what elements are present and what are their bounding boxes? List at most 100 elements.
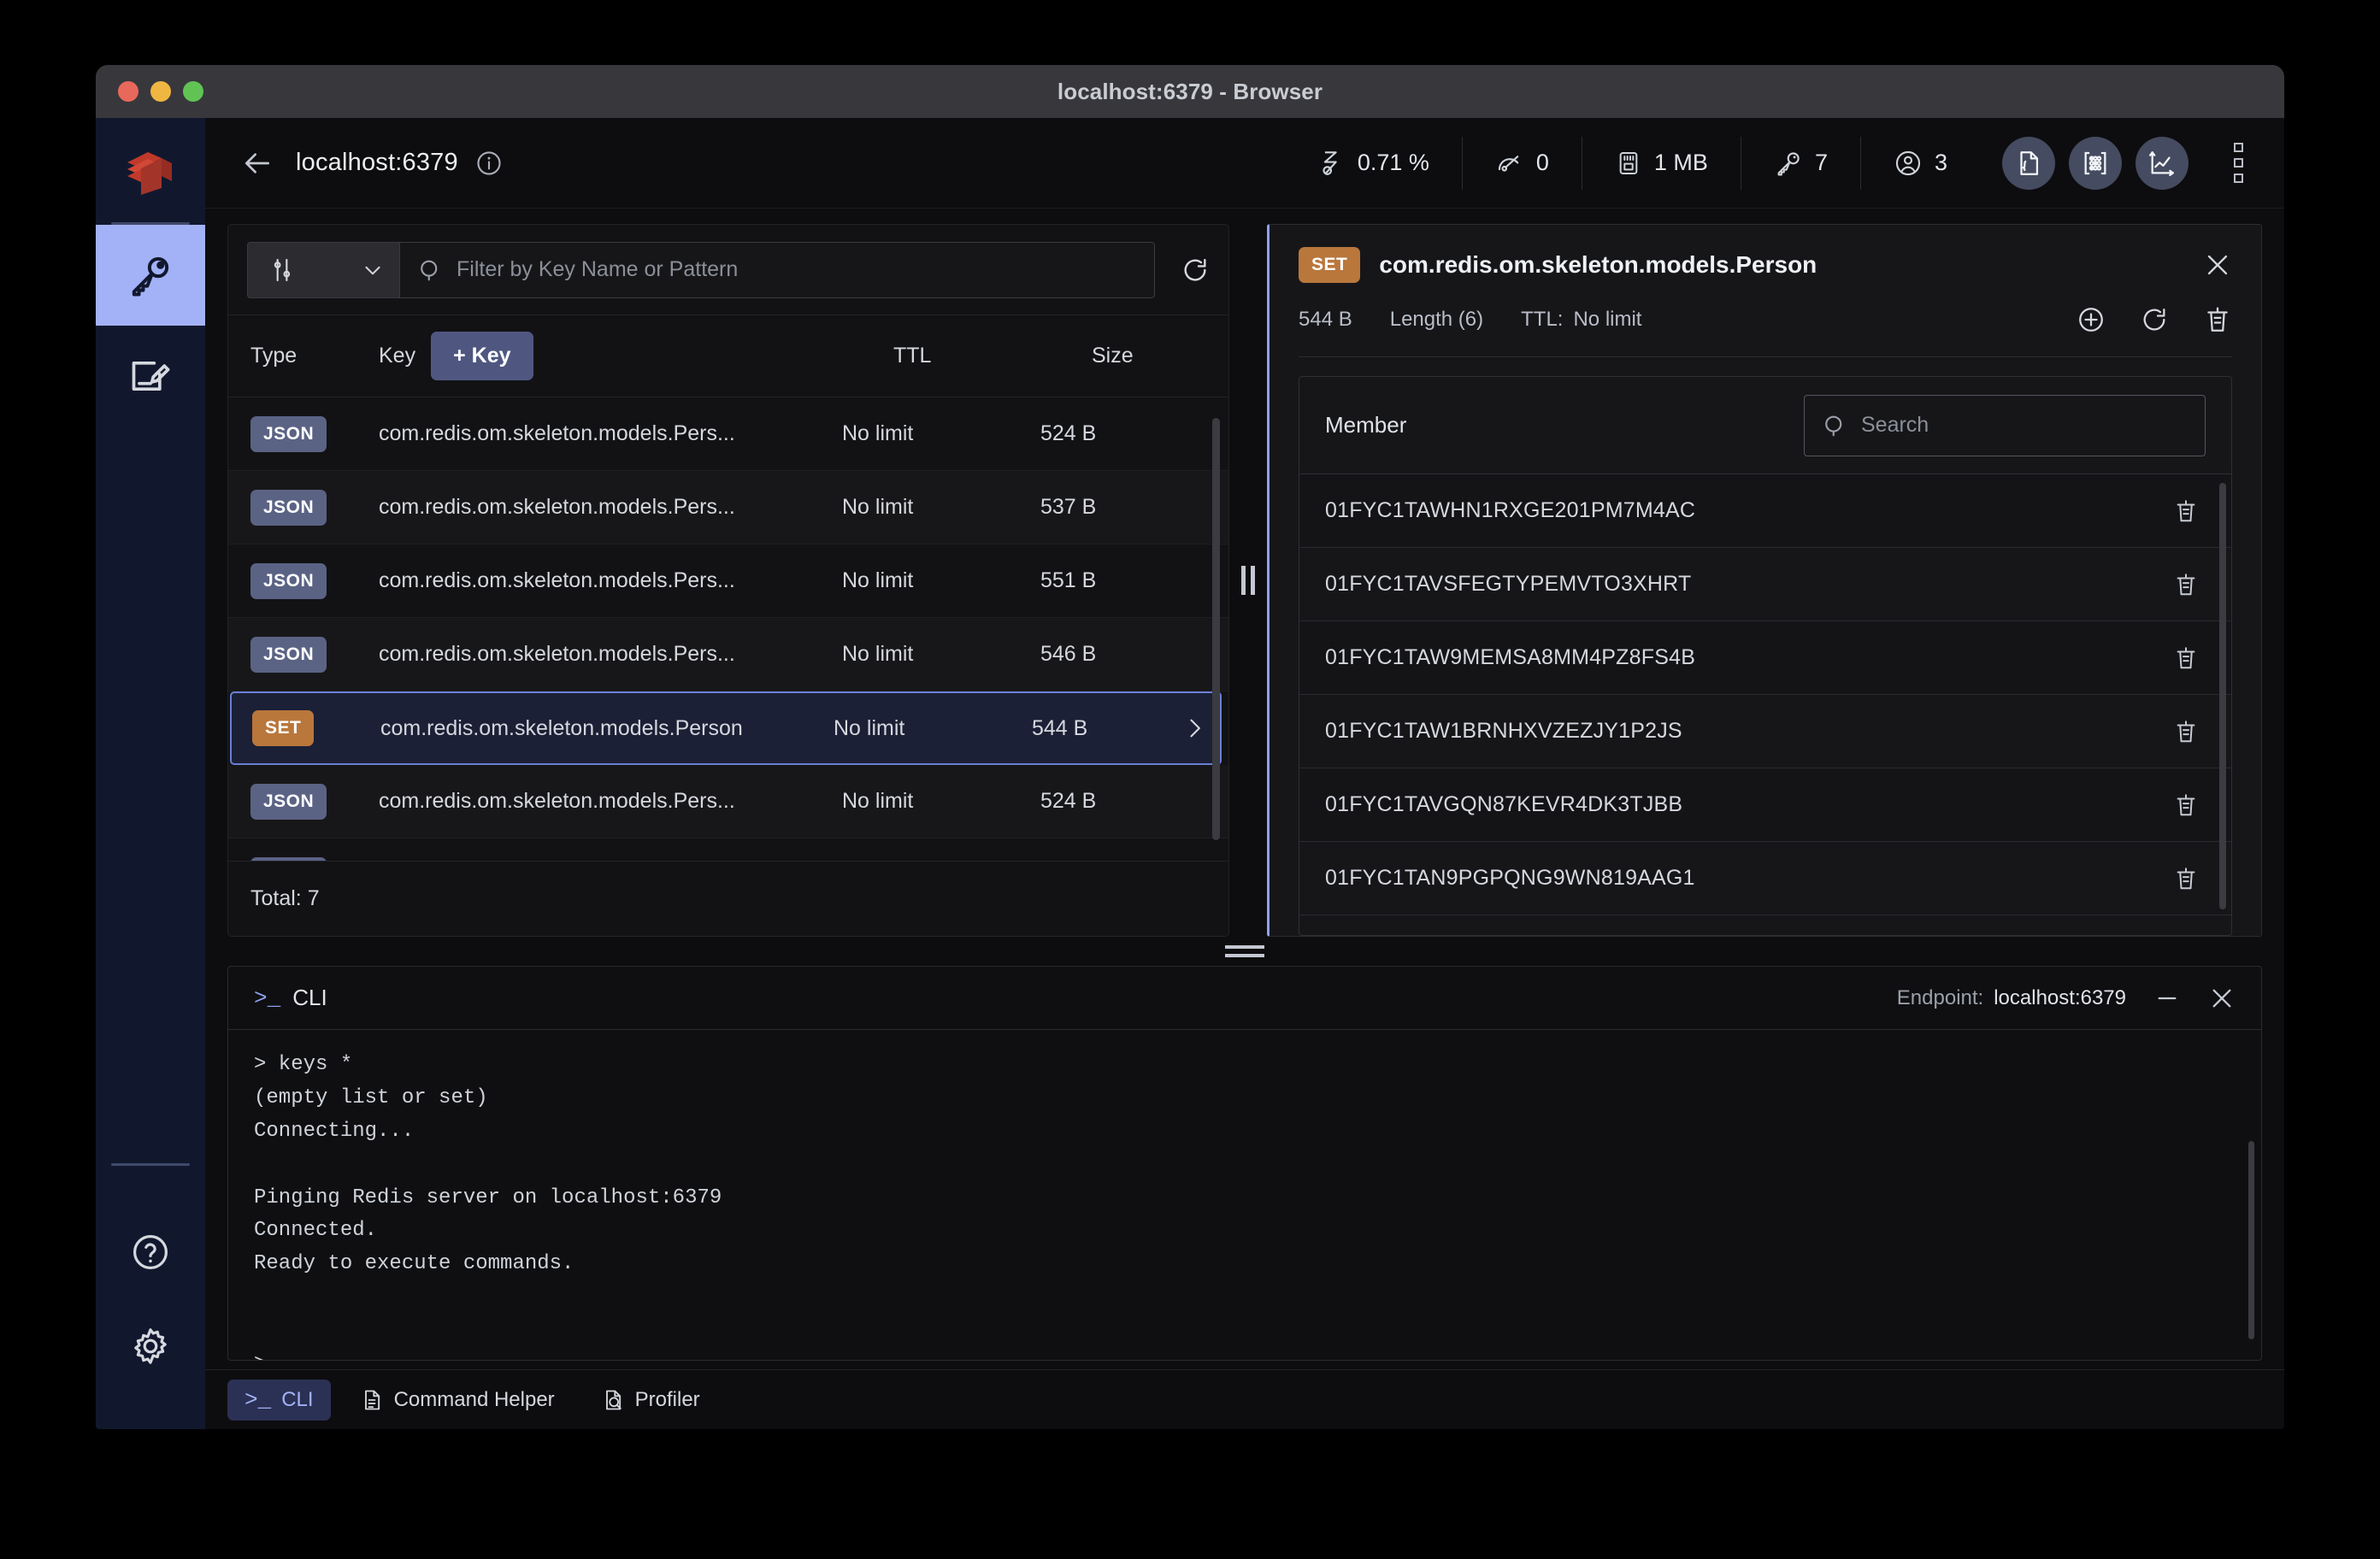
key-filter-field[interactable]	[399, 241, 1155, 298]
key-ttl-cell: No limit	[842, 421, 914, 445]
keys-total-label: Total: 7	[228, 861, 1228, 936]
terminal-icon: >_	[254, 985, 281, 1011]
table-row[interactable]: JSON com.redis.om.skeleton.models.Pers..…	[228, 544, 1228, 618]
list-item[interactable]: 01FYC1TAN9PGPQNG9WN819AAG1	[1299, 842, 2231, 915]
list-item[interactable]: 01FYC1TAW1BRNHXVZEZJY1P2JS	[1299, 695, 2231, 768]
sidebar-item-browser[interactable]	[96, 225, 205, 326]
key-detail-header: SET com.redis.om.skeleton.models.Person …	[1270, 225, 2261, 357]
tab-cli[interactable]: >_ CLI	[227, 1379, 331, 1421]
speedometer-icon	[1495, 149, 1524, 178]
delete-member-button[interactable]	[2173, 498, 2199, 524]
cli-resize-handle[interactable]	[205, 937, 2284, 966]
key-name-cell: com.redis.om.skeleton.models.Pers...	[379, 568, 735, 592]
list-item[interactable]: 01FYC1TAW9MEMSA8MM4PZ8FS4B	[1299, 621, 2231, 695]
rail-divider-bottom	[111, 1163, 190, 1166]
cli-output-scrollbar[interactable]	[2248, 1141, 2254, 1339]
delete-member-button[interactable]	[2173, 719, 2199, 744]
members-box: Member Search 01FYC1TAWHN1RXGE201PM7M4AC…	[1299, 376, 2232, 936]
key-size-cell: 544 B	[1032, 715, 1088, 740]
keys-table-header: Type Key + Key TTL Size	[228, 315, 1228, 397]
stat-memory-value: 1 MB	[1653, 150, 1708, 175]
key-ttl-cell: No limit	[842, 789, 914, 813]
delete-member-button[interactable]	[2173, 645, 2199, 671]
window-title: localhost:6379 - Browser	[1057, 78, 1323, 104]
refresh-members-button[interactable]	[2140, 305, 2169, 334]
cli-tabs: >_ CLI Command Helper Profiler	[205, 1369, 2284, 1429]
key-size-cell: 524 B	[1040, 789, 1097, 813]
cli-header: >_ CLI Endpoint: localhost:6379	[228, 967, 2261, 1030]
cli-output[interactable]: > keys * (empty list or set) Connecting.…	[228, 1030, 2261, 1360]
delete-member-button[interactable]	[2173, 866, 2199, 891]
table-row[interactable]: JSON com.redis.om.skeleton.models.Pers..…	[228, 397, 1228, 471]
more-options-button[interactable]	[2221, 143, 2255, 183]
sidebar-item-settings[interactable]	[96, 1299, 205, 1393]
tab-command-helper[interactable]: Command Helper	[343, 1380, 572, 1420]
table-row[interactable]: JSON com.redis.om.skeleton.models.Pers..…	[228, 618, 1228, 691]
back-button[interactable]	[241, 147, 274, 179]
delete-member-button[interactable]	[2173, 572, 2199, 597]
type-badge: SET	[252, 710, 315, 746]
key-filter-input[interactable]	[457, 257, 1137, 282]
cli-endpoint-value: localhost:6379	[1994, 985, 2126, 1009]
tab-profiler[interactable]: Profiler	[584, 1380, 717, 1420]
column-header-key: Key	[379, 344, 416, 368]
key-type-cell: JSON	[250, 415, 379, 452]
key-type-filter-select[interactable]	[247, 241, 399, 298]
database-name: localhost:6379	[296, 149, 458, 176]
user-icon	[1894, 149, 1923, 178]
detail-ttl-value[interactable]: No limit	[1573, 308, 1641, 332]
table-row-selected[interactable]: SET com.redis.om.skeleton.models.Person …	[230, 691, 1222, 765]
list-item[interactable]: 01FYC1TAWHN1RXGE201PM7M4AC	[1299, 474, 2231, 548]
member-search-field[interactable]	[1804, 394, 2206, 456]
key-name-cell: com.redis.om.skeleton.models.Pers...	[379, 421, 735, 445]
filters-icon	[268, 256, 296, 284]
close-detail-button[interactable]	[2203, 250, 2232, 279]
json-document-button[interactable]	[2002, 136, 2055, 190]
key-name-cell: com.redis.om.skeleton.models.Pers...	[379, 642, 735, 666]
profiler-icon	[601, 1388, 625, 1412]
refresh-keys-button[interactable]	[1181, 256, 1210, 285]
key-type-cell: SET	[252, 710, 380, 746]
matrix-button[interactable]	[2069, 136, 2122, 190]
members-list-scrollbar[interactable]	[2219, 483, 2226, 909]
document-icon	[360, 1388, 384, 1412]
add-key-button[interactable]: + Key	[431, 332, 533, 380]
stat-clients: 3	[1861, 137, 1980, 190]
column-header-key-group: Key + Key	[379, 332, 893, 380]
info-circle-icon[interactable]	[475, 150, 503, 177]
matrix-icon	[2081, 149, 2110, 178]
chart-line-icon	[2147, 149, 2177, 178]
keys-list-scrollbar[interactable]	[1212, 418, 1220, 840]
type-badge: JSON	[250, 856, 327, 861]
cli-minimize-button[interactable]	[2153, 985, 2181, 1012]
redis-logo-icon	[124, 147, 177, 200]
member-id: 01FYC1TAVGQN87KEVR4DK3TJBB	[1325, 792, 1683, 816]
member-id: 01FYC1TAWHN1RXGE201PM7M4AC	[1325, 498, 1696, 522]
member-id: 01FYC1TAW1BRNHXVZEZJY1P2JS	[1325, 719, 1682, 743]
members-list: 01FYC1TAWHN1RXGE201PM7M4AC 01FYC1TAVSFEG…	[1299, 474, 2231, 935]
sidebar-item-workbench[interactable]	[96, 326, 205, 427]
cli-close-button[interactable]	[2208, 985, 2236, 1012]
keys-panel: Type Key + Key TTL Size JSON com.redis.o…	[227, 224, 1229, 937]
add-member-button[interactable]	[2077, 305, 2106, 334]
delete-member-button[interactable]	[2173, 792, 2199, 818]
column-header-ttl: TTL	[893, 344, 932, 368]
member-search-input[interactable]	[1861, 413, 2188, 438]
list-item[interactable]: 01FYC1TAVGQN87KEVR4DK3TJBB	[1299, 768, 2231, 842]
keys-list: JSON com.redis.om.skeleton.models.Pers..…	[228, 397, 1228, 861]
table-row[interactable]: JSON com.redis.om.skeleton.models.Pers..…	[228, 838, 1228, 861]
table-row[interactable]: JSON com.redis.om.skeleton.models.Pers..…	[228, 471, 1228, 544]
sidebar-item-help[interactable]	[96, 1205, 205, 1299]
key-size-cell: 551 B	[1040, 568, 1097, 592]
memory-icon	[1615, 150, 1642, 177]
analytics-button[interactable]	[2136, 136, 2189, 190]
panel-resize-handle[interactable]	[1229, 224, 1267, 937]
stat-cpu: 0.71 %	[1284, 136, 1463, 190]
table-row[interactable]: JSON com.redis.om.skeleton.models.Pers..…	[228, 765, 1228, 838]
list-item[interactable]: 01FYC1TAVSFEGTYPEMVTO3XHRT	[1299, 548, 2231, 621]
detail-type-badge: SET	[1299, 247, 1361, 283]
stat-memory: 1 MB	[1582, 136, 1741, 190]
key-ttl-cell: No limit	[834, 715, 905, 740]
delete-key-button[interactable]	[2203, 305, 2232, 334]
detail-key-name: com.redis.om.skeleton.models.Person	[1379, 251, 1817, 278]
